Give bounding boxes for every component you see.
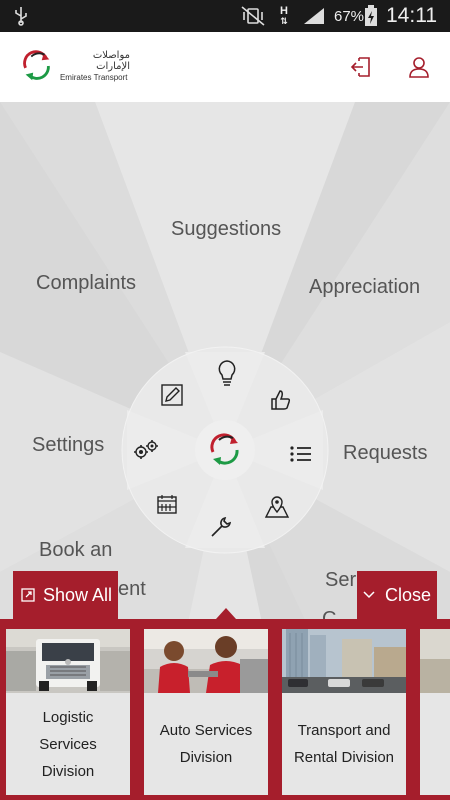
sector-services-line1[interactable]: Ser [325, 569, 356, 592]
division-card-transport-rental[interactable]: Transport and Rental Division [282, 629, 406, 795]
panel-pointer [216, 608, 236, 619]
wrench-icon[interactable] [206, 512, 236, 542]
city-street-image [282, 629, 406, 693]
division-card-partial[interactable] [420, 629, 450, 795]
division-image [420, 629, 450, 693]
logout-icon [350, 57, 370, 77]
logout-button[interactable] [346, 52, 376, 82]
sector-book-line2[interactable]: ent [118, 578, 146, 601]
mechanic-image [144, 629, 268, 693]
profile-button[interactable] [404, 52, 434, 82]
battery-charging-icon [364, 0, 378, 32]
sector-book-line1[interactable]: Book an [39, 539, 112, 562]
app-header: مواصلات الإمارات Emirates Transport [0, 32, 450, 102]
show-all-button[interactable]: Show All [13, 571, 118, 619]
card-title: Transport and Rental Division [293, 722, 395, 766]
sector-suggestions[interactable]: Suggestions [171, 218, 281, 241]
thumbs-up-icon[interactable] [266, 385, 296, 415]
truck-image [6, 629, 130, 693]
sector-complaints[interactable]: Complaints [36, 272, 136, 295]
battery-percent: 67% [334, 7, 365, 25]
lightbulb-icon[interactable] [212, 358, 242, 388]
sector-settings[interactable]: Settings [32, 434, 104, 457]
close-label: Close [385, 584, 432, 605]
network-type: H ⇅ [280, 5, 288, 27]
chevron-down-icon [363, 591, 375, 599]
card-title: Auto Services Division [159, 722, 253, 766]
profile-icon [409, 57, 429, 78]
list-icon[interactable] [286, 439, 316, 469]
sector-appreciation[interactable]: Appreciation [309, 276, 420, 299]
calendar-icon[interactable] [152, 489, 182, 519]
card-title [420, 693, 450, 795]
edit-icon[interactable] [157, 380, 187, 410]
division-card-auto-services[interactable]: Auto Services Division [144, 629, 268, 795]
logo-english-text: Emirates Transport [59, 72, 128, 82]
show-all-label: Show All [43, 584, 113, 605]
sector-requests[interactable]: Requests [343, 442, 428, 465]
logo-arabic-text: مواصلات الإمارات [92, 49, 130, 72]
center-logo-icon[interactable] [205, 430, 245, 470]
gears-icon[interactable] [131, 435, 161, 465]
usb-icon [14, 0, 28, 32]
vibrate-mute-icon [240, 0, 266, 32]
division-card-logistic[interactable]: Logistic Services Division [6, 629, 130, 795]
emirates-transport-logo: مواصلات الإمارات Emirates Transport [18, 46, 130, 86]
map-pin-icon[interactable] [262, 492, 292, 522]
status-bar: H ⇅ 67% 14:11 [0, 0, 450, 32]
close-button[interactable]: Close [357, 571, 437, 619]
card-title: Logistic Services Division [39, 708, 97, 780]
divisions-panel: Logistic Services Division Auto Services… [0, 619, 450, 800]
signal-icon [302, 0, 326, 32]
expand-icon [21, 588, 35, 602]
logo-mark-icon [23, 50, 50, 81]
clock: 14:11 [386, 4, 437, 27]
